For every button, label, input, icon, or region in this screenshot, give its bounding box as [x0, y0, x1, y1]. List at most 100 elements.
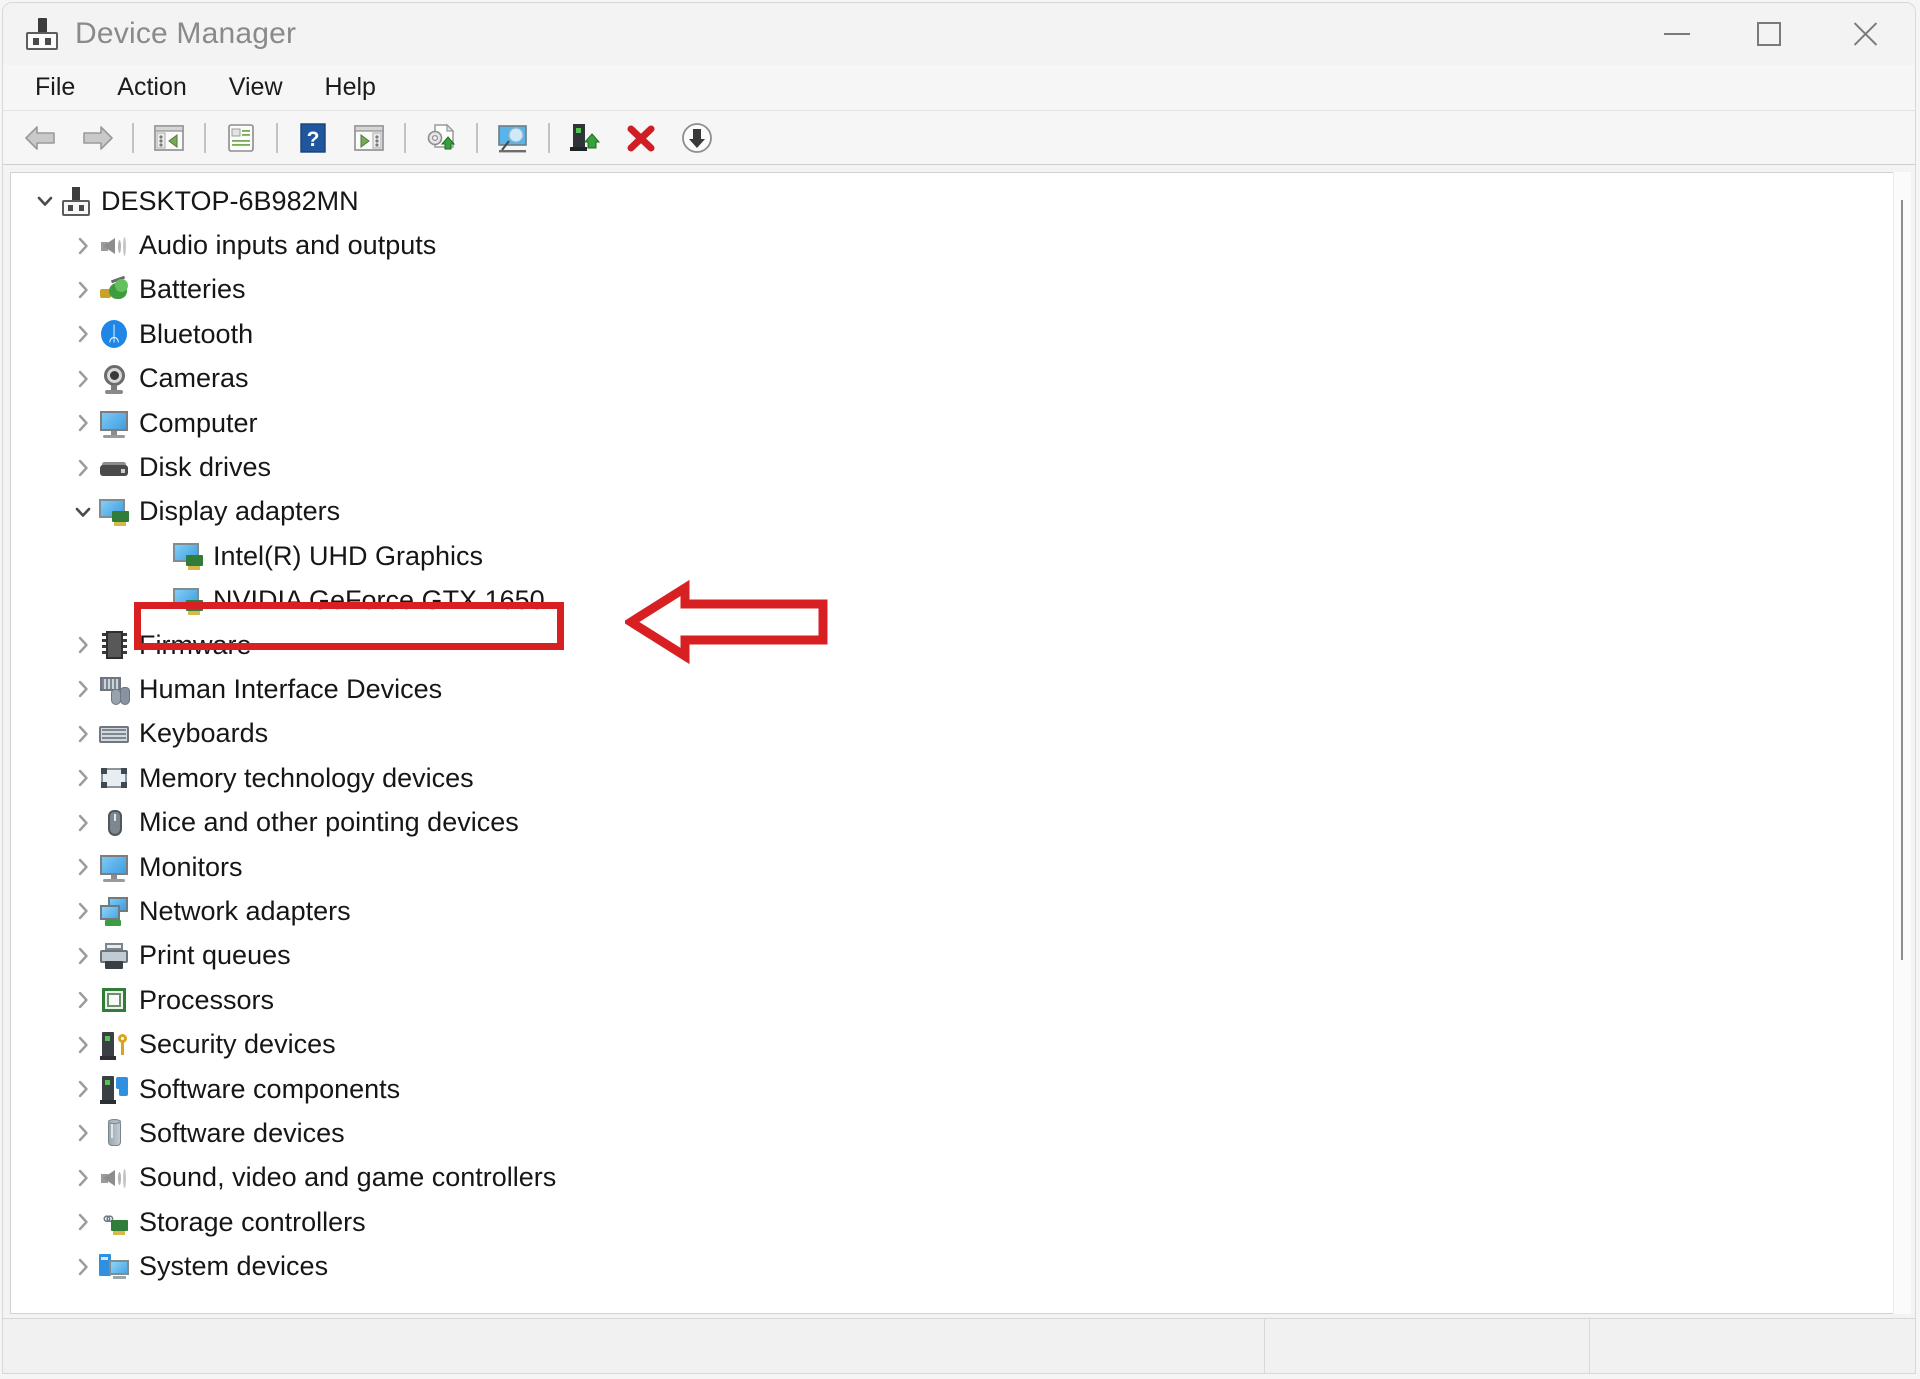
tree-item[interactable]: Memory technology devices [11, 756, 1905, 800]
menu-help[interactable]: Help [307, 69, 394, 106]
tree-item-label: Memory technology devices [139, 762, 474, 793]
help-button[interactable]: ? [285, 114, 341, 162]
tree-item[interactable]: Software components [11, 1067, 1905, 1111]
show-hide-action-pane-button[interactable] [341, 114, 397, 162]
chevron-right-icon[interactable] [69, 1256, 97, 1278]
tree-item-label: Monitors [139, 851, 243, 882]
chevron-right-icon[interactable] [69, 1167, 97, 1189]
maximize-icon [1757, 22, 1781, 46]
processor-icon [97, 983, 131, 1017]
chevron-down-icon[interactable] [31, 190, 59, 212]
display-adapter-icon [97, 495, 131, 529]
tree-item[interactable]: Keyboards [11, 712, 1905, 756]
chevron-right-icon[interactable] [69, 900, 97, 922]
chevron-right-icon[interactable] [69, 989, 97, 1011]
chevron-right-icon[interactable] [69, 767, 97, 789]
chevron-right-icon[interactable] [69, 323, 97, 345]
chevron-right-icon[interactable] [69, 723, 97, 745]
tree-item-label: Processors [139, 984, 275, 1015]
software-device-icon [97, 1116, 131, 1150]
chevron-right-icon[interactable] [69, 945, 97, 967]
uninstall-device-button[interactable] [613, 114, 669, 162]
tree-item[interactable]: NVIDIA GeForce GTX 1650 [11, 579, 1905, 623]
tree-item[interactable]: Software devices [11, 1111, 1905, 1155]
tree-item[interactable]: Disk drives [11, 445, 1905, 489]
tree-item[interactable]: Mice and other pointing devices [11, 800, 1905, 844]
tree-item-label: Computer [139, 407, 258, 438]
device-tree-panel[interactable]: DESKTOP-6B982MN Audio inputs and outputs B… [10, 172, 1905, 1314]
chevron-right-icon[interactable] [69, 412, 97, 434]
menu-file[interactable]: File [17, 69, 93, 106]
chevron-right-icon[interactable] [69, 1034, 97, 1056]
tree-item[interactable]: Batteries [11, 268, 1905, 312]
chevron-right-icon[interactable] [69, 1122, 97, 1144]
device-tree: DESKTOP-6B982MN Audio inputs and outputs B… [11, 179, 1905, 1289]
tree-item[interactable]: System devices [11, 1244, 1905, 1288]
tree-item[interactable]: Print queues [11, 934, 1905, 978]
scrollbar-thumb[interactable] [1901, 200, 1903, 960]
scan-for-hardware-changes-button[interactable] [485, 114, 541, 162]
chevron-down-icon[interactable] [69, 501, 97, 523]
tree-item-label: DESKTOP-6B982MN [101, 185, 359, 216]
minimize-button[interactable] [1631, 3, 1723, 65]
display-adapter-icon [171, 584, 205, 618]
tree-item-label: Disk drives [139, 452, 272, 483]
enable-device-icon [567, 121, 603, 155]
properties-button[interactable] [213, 114, 269, 162]
monitor-icon [97, 406, 131, 440]
tree-item[interactable]: Computer [11, 401, 1905, 445]
tree-item[interactable]: Audio inputs and outputs [11, 223, 1905, 267]
camera-icon [97, 362, 131, 396]
chevron-right-icon[interactable] [69, 1078, 97, 1100]
status-pane-third [1590, 1319, 1915, 1373]
tree-item[interactable]: Cameras [11, 357, 1905, 401]
tree-item-label: Software components [139, 1073, 401, 1104]
tree-item[interactable]: Processors [11, 978, 1905, 1022]
forward-button[interactable] [69, 114, 125, 162]
properties-icon [223, 121, 259, 155]
chevron-right-icon[interactable] [69, 368, 97, 390]
tree-item[interactable]: Firmware [11, 623, 1905, 667]
tree-item[interactable]: Human Interface Devices [11, 667, 1905, 711]
chevron-right-icon[interactable] [69, 634, 97, 656]
chevron-right-icon[interactable] [69, 279, 97, 301]
toolbar-separator [476, 122, 478, 153]
toolbar-separator [204, 122, 206, 153]
update-driver-button[interactable] [413, 114, 469, 162]
chevron-right-icon[interactable] [69, 457, 97, 479]
tree-item-label: Human Interface Devices [139, 673, 443, 704]
tree-item[interactable]: Monitors [11, 845, 1905, 889]
tree-item-label: NVIDIA GeForce GTX 1650 [213, 585, 545, 616]
tree-item[interactable]: ᛦ Bluetooth [11, 312, 1905, 356]
tree-item[interactable]: ⚭ Storage controllers [11, 1200, 1905, 1244]
device-manager-window: Device Manager File Action View Help ? D… [0, 0, 1920, 1379]
chevron-right-icon[interactable] [69, 1211, 97, 1233]
maximize-button[interactable] [1723, 3, 1815, 65]
show-hide-console-tree-button[interactable] [141, 114, 197, 162]
tree-item[interactable]: Intel(R) UHD Graphics [11, 534, 1905, 578]
tree-item[interactable]: Sound, video and game controllers [11, 1156, 1905, 1200]
chevron-right-icon[interactable] [69, 235, 97, 257]
window-title: Device Manager [75, 17, 297, 50]
tree-item[interactable]: DESKTOP-6B982MN [11, 179, 1905, 223]
battery-icon [97, 273, 131, 307]
tree-item[interactable]: Display adapters [11, 490, 1905, 534]
menu-action[interactable]: Action [99, 69, 204, 106]
disable-device-button[interactable] [669, 114, 725, 162]
tree-item[interactable]: Security devices [11, 1022, 1905, 1066]
menu-bar: File Action View Help [3, 65, 1915, 111]
vertical-scrollbar[interactable] [1893, 172, 1911, 1314]
window-controls [1631, 3, 1915, 65]
back-button[interactable] [13, 114, 69, 162]
toolbar-separator [132, 122, 134, 153]
chevron-right-icon[interactable] [69, 812, 97, 834]
chevron-right-icon[interactable] [69, 856, 97, 878]
enable-device-button[interactable] [557, 114, 613, 162]
monitor-icon [97, 850, 131, 884]
menu-view[interactable]: View [211, 69, 301, 106]
tree-item[interactable]: Network adapters [11, 889, 1905, 933]
close-button[interactable] [1815, 3, 1915, 65]
tree-item-label: Keyboards [139, 718, 269, 749]
chevron-right-icon[interactable] [69, 678, 97, 700]
help-question-icon: ? [295, 121, 331, 155]
